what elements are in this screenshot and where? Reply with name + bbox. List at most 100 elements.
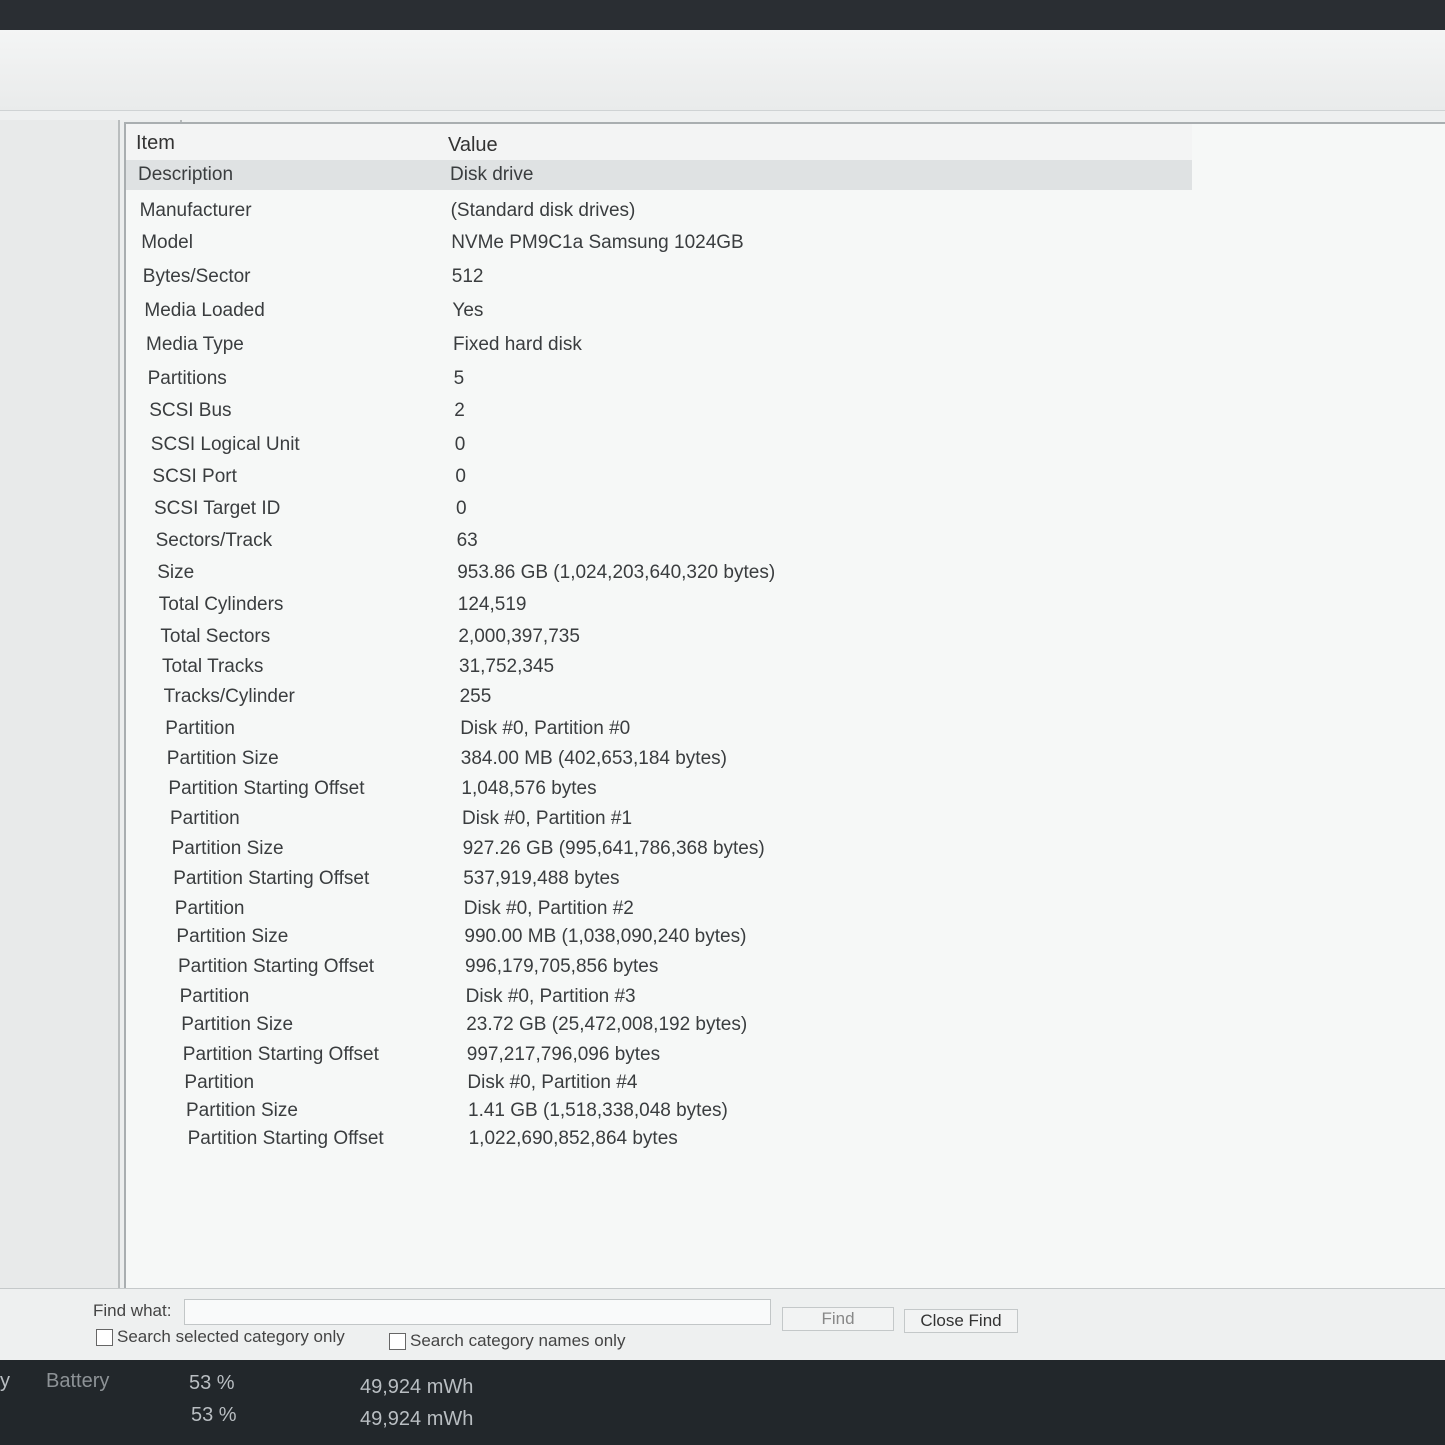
table-row[interactable]: SCSI Port 0 — [126, 462, 1192, 492]
checkbox-box[interactable] — [389, 1332, 406, 1350]
row-item-cell: Partition Starting Offset — [173, 868, 370, 889]
system-information-window: Item Value Description Disk drive Manufact… — [0, 30, 1445, 1391]
row-value-cell: Disk drive — [450, 164, 534, 185]
table-row[interactable]: Description Disk drive — [126, 160, 1192, 190]
battery-energy-2: 49,924 mWh — [360, 1408, 474, 1430]
table-row[interactable]: Total Cylinders 124,519 — [126, 590, 1192, 620]
row-item-cell: Partition — [165, 718, 235, 739]
table-row[interactable]: Total Tracks 31,752,345 — [126, 652, 1192, 682]
table-row[interactable]: Media Type Fixed hard disk — [126, 330, 1192, 360]
row-value-cell: Disk #0, Partition #1 — [462, 808, 633, 829]
search-category-names-label: Search category names only — [410, 1331, 626, 1350]
table-row[interactable]: SCSI Logical Unit 0 — [126, 430, 1192, 460]
row-item-cell: Partition — [184, 1072, 255, 1093]
row-value-cell: (Standard disk drives) — [450, 200, 636, 221]
table-row[interactable]: Partition Size 23.72 GB (25,472,008,192 b… — [126, 1010, 1192, 1040]
row-value-cell: 2 — [454, 400, 465, 421]
table-row[interactable]: Bytes/Sector 512 — [126, 262, 1192, 292]
row-item-cell: Media Type — [146, 334, 244, 355]
row-value-cell: Disk #0, Partition #4 — [467, 1072, 638, 1093]
table-row[interactable]: Total Sectors 2,000,397,735 — [126, 622, 1192, 652]
table-row[interactable]: Partition Disk #0, Partition #0 — [126, 714, 1192, 744]
list-header: Item Value — [126, 124, 1192, 161]
table-row[interactable]: Partition Size 384.00 MB (402,653,184 byt… — [126, 744, 1192, 774]
row-value-cell: Disk #0, Partition #0 — [460, 718, 631, 739]
row-item-cell: SCSI Logical Unit — [150, 434, 300, 455]
row-item-cell: Size — [157, 562, 195, 583]
row-item-cell: Media Loaded — [144, 300, 265, 321]
screen-top-bezel — [0, 0, 1445, 30]
row-value-cell: 255 — [459, 686, 492, 707]
row-value-cell: 0 — [454, 434, 466, 455]
find-what-label: Find what: — [93, 1301, 172, 1320]
search-selected-category-checkbox[interactable]: Search selected category only — [96, 1327, 345, 1347]
table-row[interactable]: Partition Disk #0, Partition #3 — [126, 982, 1192, 1012]
row-item-cell: Partition Starting Offset — [187, 1128, 384, 1149]
row-item-cell: SCSI Target ID — [154, 498, 281, 519]
row-value-cell: 537,919,488 bytes — [463, 868, 620, 889]
row-item-cell: SCSI Port — [152, 466, 237, 487]
row-item-cell: Total Cylinders — [158, 594, 284, 615]
row-value-cell: 990.00 MB (1,038,090,240 bytes) — [464, 926, 747, 947]
category-tree-pane[interactable] — [0, 120, 120, 1290]
row-value-cell: Disk #0, Partition #2 — [463, 898, 634, 919]
table-row[interactable]: Partition Size 1.41 GB (1,518,338,048 byt… — [126, 1096, 1192, 1126]
column-header-item[interactable]: Item — [136, 132, 175, 155]
row-value-cell: 124,519 — [457, 594, 527, 615]
table-row[interactable]: Sectors/Track 63 — [126, 526, 1192, 556]
table-row[interactable]: Partitions 5 — [126, 364, 1192, 394]
table-row[interactable]: Partition Starting Offset 996,179,705,856… — [126, 952, 1192, 982]
row-value-cell: NVMe PM9C1a Samsung 1024GB — [451, 232, 744, 253]
table-row[interactable]: Partition Starting Offset 537,919,488 byt… — [126, 864, 1192, 894]
close-find-button[interactable]: Close Find — [904, 1309, 1018, 1333]
row-value-cell: 512 — [451, 266, 484, 287]
table-row[interactable]: Partition Starting Offset 997,217,796,096… — [126, 1040, 1192, 1070]
column-header-value[interactable]: Value — [448, 134, 498, 157]
row-item-cell: Partition Starting Offset — [178, 956, 375, 977]
table-row[interactable]: SCSI Bus 2 — [126, 396, 1192, 426]
table-row[interactable]: Manufacturer (Standard disk drives) — [126, 196, 1192, 226]
table-row[interactable]: Partition Size 927.26 GB (995,641,786,368… — [126, 834, 1192, 864]
row-value-cell: 384.00 MB (402,653,184 bytes) — [460, 748, 727, 769]
row-value-cell: 927.26 GB (995,641,786,368 bytes) — [462, 838, 765, 859]
table-row[interactable]: SCSI Target ID 0 — [126, 494, 1192, 524]
search-category-names-checkbox[interactable]: Search category names only — [389, 1331, 625, 1351]
row-item-cell: Bytes/Sector — [142, 266, 251, 287]
row-value-cell: 1,022,690,852,864 bytes — [468, 1128, 678, 1149]
row-item-cell: Partition — [179, 986, 250, 1007]
battery-energy-1: 49,924 mWh — [360, 1376, 474, 1398]
row-item-cell: Partition Size — [171, 838, 284, 859]
find-button[interactable]: Find — [782, 1307, 894, 1331]
background-battery-panel: y Battery 53 % 49,924 mWh 53 % 49,924 mW… — [0, 1360, 1445, 1445]
table-row[interactable]: Media Loaded Yes — [126, 296, 1192, 326]
row-value-cell: Yes — [452, 300, 484, 321]
table-row[interactable]: Partition Starting Offset 1,022,690,852,8… — [126, 1124, 1192, 1154]
row-value-cell: 1.41 GB (1,518,338,048 bytes) — [468, 1100, 728, 1121]
row-value-cell: 996,179,705,856 bytes — [465, 956, 659, 977]
table-row[interactable]: Partition Starting Offset 1,048,576 bytes — [126, 774, 1192, 804]
table-row[interactable]: Partition Disk #0, Partition #4 — [126, 1068, 1192, 1098]
row-item-cell: Partition Size — [166, 748, 279, 769]
table-row[interactable]: Model NVMe PM9C1a Samsung 1024GB — [126, 228, 1192, 258]
find-what-input[interactable] — [184, 1299, 771, 1325]
row-item-cell: Partitions — [147, 368, 227, 389]
row-item-cell: Partition Size — [176, 926, 289, 947]
table-row[interactable]: Partition Disk #0, Partition #1 — [126, 804, 1192, 834]
row-value-cell: 0 — [456, 498, 467, 519]
row-value-cell: 1,048,576 bytes — [461, 778, 597, 799]
row-value-cell: 953.86 GB (1,024,203,640,320 bytes) — [457, 562, 776, 583]
checkbox-box[interactable] — [96, 1328, 113, 1346]
row-value-cell: 5 — [453, 368, 465, 389]
row-item-cell: Total Sectors — [160, 626, 271, 647]
row-value-cell: 23.72 GB (25,472,008,192 bytes) — [466, 1014, 748, 1035]
row-item-cell: Total Tracks — [162, 656, 264, 677]
row-item-cell: Partition Size — [186, 1100, 298, 1121]
table-row[interactable]: Tracks/Cylinder 255 — [126, 682, 1192, 712]
search-selected-category-label: Search selected category only — [117, 1327, 345, 1346]
details-list[interactable]: Item Value Description Disk drive Manufact… — [124, 122, 1445, 1292]
table-row[interactable]: Partition Disk #0, Partition #2 — [126, 894, 1192, 924]
row-item-cell: Partition Size — [181, 1014, 294, 1035]
table-row[interactable]: Size 953.86 GB (1,024,203,640,320 bytes) — [126, 558, 1192, 588]
table-row[interactable]: Partition Size 990.00 MB (1,038,090,240 b… — [126, 922, 1192, 952]
row-item-cell: Partition Starting Offset — [168, 778, 365, 799]
